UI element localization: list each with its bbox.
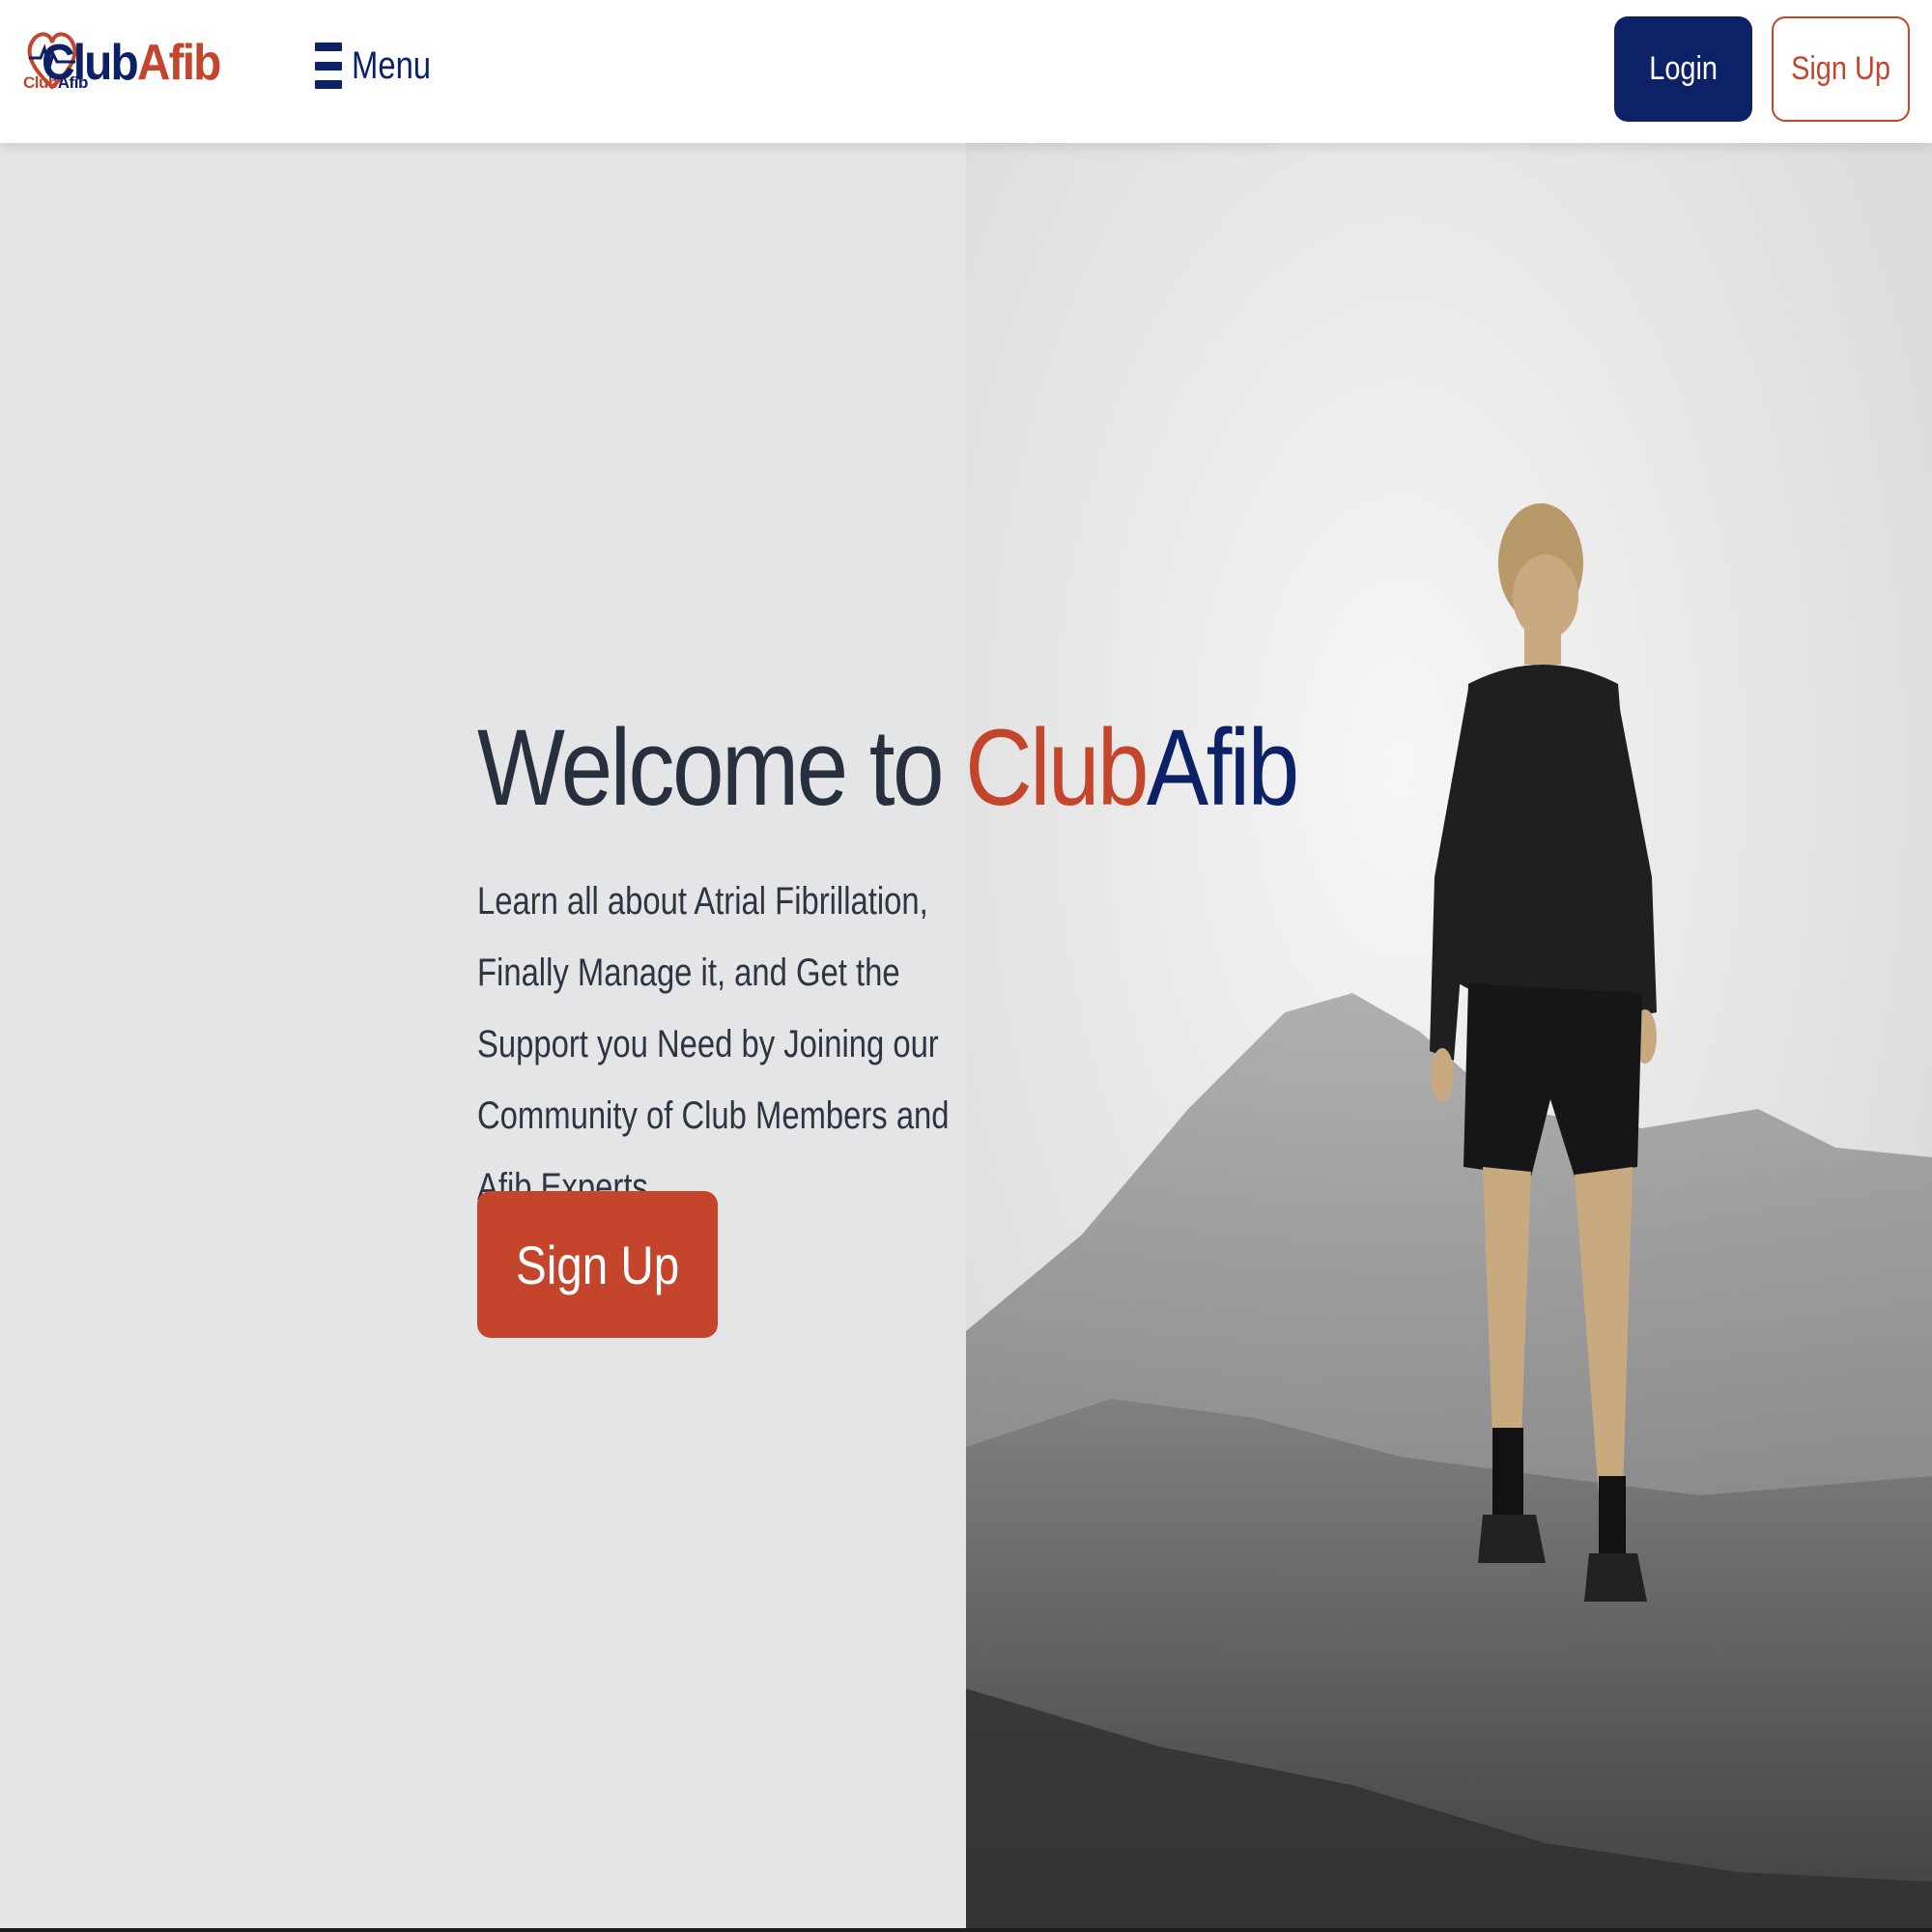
- header-signup-button[interactable]: Sign Up: [1772, 16, 1910, 122]
- logo-wordmark: ClubAfib: [42, 34, 221, 92]
- hero-title: Welcome to ClubAfib: [477, 703, 1299, 833]
- header-signup-label: Sign Up: [1791, 50, 1890, 87]
- logo-word-afib: Afib: [137, 35, 221, 91]
- clubafib-logo[interactable]: ClubAfib ClubAfib: [23, 19, 236, 106]
- bottom-divider: [0, 1928, 1932, 1932]
- menu-label: Menu: [352, 43, 432, 87]
- hero-signup-button[interactable]: Sign Up: [477, 1191, 718, 1338]
- hero-section: Welcome to ClubAfib Learn all about Atri…: [0, 143, 1932, 1932]
- menu-toggle[interactable]: Menu: [315, 37, 448, 95]
- hero-title-club: Club: [965, 707, 1149, 828]
- hero-title-prefix: Welcome to: [477, 707, 966, 828]
- site-header: ClubAfib ClubAfib Menu Login Sign Up: [0, 0, 1932, 143]
- hero-signup-label: Sign Up: [515, 1234, 680, 1295]
- login-button-label: Login: [1649, 50, 1718, 87]
- hero-content: Welcome to ClubAfib Learn all about Atri…: [477, 703, 1299, 1223]
- logo-word-club: Club: [42, 35, 139, 91]
- hamburger-icon: [315, 39, 342, 93]
- heart-logo-icon: ClubAfib: [23, 19, 88, 106]
- login-button[interactable]: Login: [1614, 16, 1752, 122]
- hero-title-afib: Afib: [1146, 707, 1299, 828]
- hero-subtitle: Learn all about Atrial Fibrillation, Fin…: [477, 880, 950, 1209]
